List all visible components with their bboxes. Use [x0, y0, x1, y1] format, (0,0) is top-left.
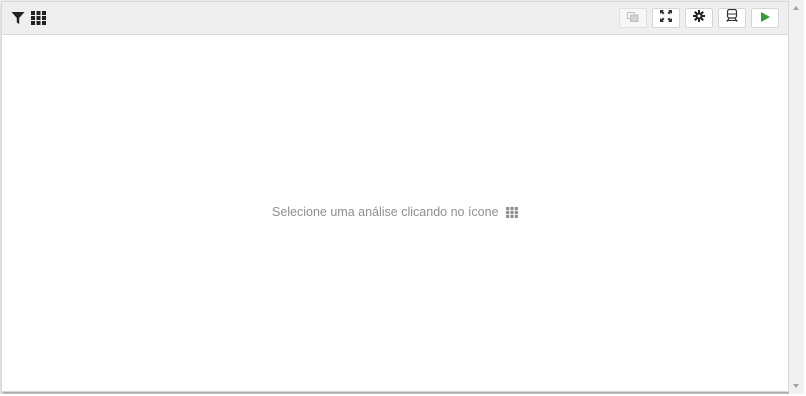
empty-state-message: Selecione uma análise clicando no ícone [2, 205, 788, 221]
gear-icon [693, 9, 705, 27]
scroll-down-arrow-icon[interactable] [793, 384, 799, 388]
empty-state-text: Selecione uma análise clicando no ícone [271, 205, 499, 219]
train-icon [726, 8, 738, 27]
settings-button[interactable] [685, 8, 713, 28]
grid-icon [506, 207, 518, 221]
expand-icon [660, 9, 672, 27]
scroll-up-arrow-icon[interactable] [793, 6, 799, 10]
toolbar [2, 2, 788, 35]
copy-button[interactable] [619, 8, 647, 28]
train-button[interactable] [718, 8, 746, 28]
grid-icon[interactable] [31, 11, 47, 27]
filter-icon[interactable] [11, 11, 27, 27]
vertical-scrollbar[interactable] [789, 0, 804, 394]
analysis-panel: Selecione uma análise clicando no ícone [1, 1, 789, 392]
copy-icon [627, 9, 639, 27]
play-icon [760, 9, 770, 27]
analysis-content-area: Selecione uma análise clicando no ícone [2, 35, 788, 391]
run-button[interactable] [751, 8, 779, 28]
fullscreen-button[interactable] [652, 8, 680, 28]
app-frame: Selecione uma análise clicando no ícone [0, 0, 804, 394]
